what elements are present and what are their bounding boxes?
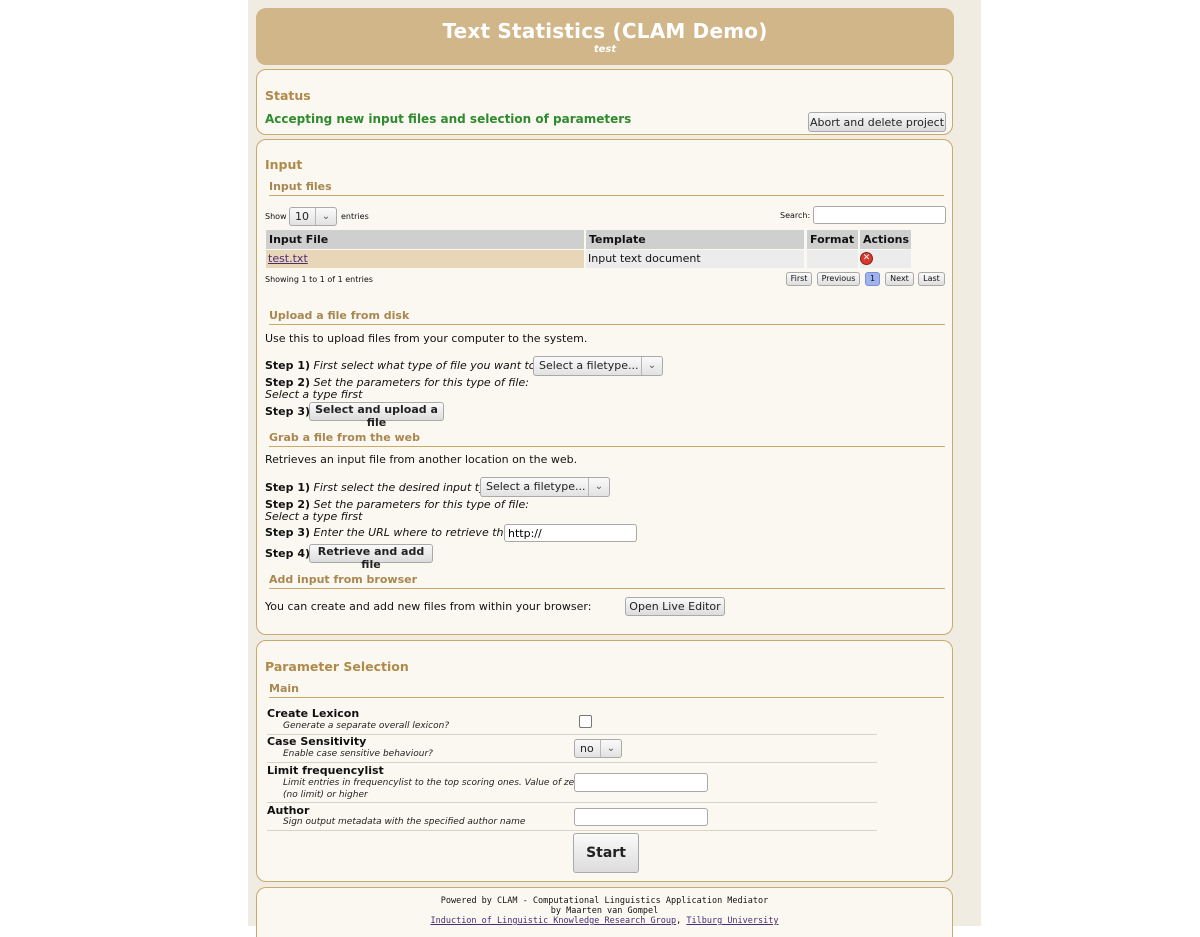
upload-step3: Step 3) [265,405,310,418]
upload-filetype-value: Select a filetype... [539,359,639,372]
create-lexicon-desc: Generate a separate overall lexicon? [283,721,450,731]
limit-frequencylist-label: Limit frequencylist [267,764,384,777]
upload-step1-label: Step 1) [265,359,311,372]
upload-description: Use this to upload files from your compu… [265,332,588,345]
web-step4: Step 4) [265,547,310,560]
entries-label: entries [341,212,369,221]
footer-author: by Maarten van Gompel [550,906,659,916]
file-cell: test.txt [266,250,584,268]
university-link[interactable]: Tilburg University [686,916,778,926]
table-info: Showing 1 to 1 of 1 entries [265,275,373,284]
page: Text Statistics (CLAM Demo) test Status … [248,0,981,937]
upload-step1: Step 1) First select what type of file y… [265,359,563,372]
entries-per-page-value: 10 [295,210,309,223]
start-button[interactable]: Start [573,833,639,873]
author-desc: Sign output metadata with the specified … [283,817,526,827]
web-step1-text: First select the desired input type: [313,481,504,494]
web-step4-label: Step 4) [265,547,311,560]
web-step1-label: Step 1) [265,481,311,494]
format-cell [807,250,858,268]
parameter-heading: Parameter Selection [265,659,409,674]
web-filetype-select[interactable]: Select a filetype... ⌄ [480,477,610,497]
delete-icon[interactable]: ✕ [860,252,873,265]
input-files-heading: Input files [269,180,944,196]
show-label: Show [265,212,287,221]
upload-step3-label: Step 3) [265,405,311,418]
case-sensitivity-label: Case Sensitivity [267,735,367,748]
param-divider [267,830,877,831]
column-header-format[interactable]: Format [807,230,858,249]
web-step3-text: Enter the URL where to retrieve the file [313,526,531,539]
footer-links: Induction of Linguistic Knowledge Resear… [257,916,952,926]
select-upload-button[interactable]: Select and upload a file [309,402,444,429]
author-input[interactable] [574,808,708,826]
file-link[interactable]: test.txt [268,252,308,265]
case-sensitivity-value: no [580,742,594,755]
entries-per-page-select[interactable]: 10 ⌄ [289,207,337,226]
author-label: Author [267,804,310,817]
template-cell: Input text document [586,250,804,268]
upload-step1-text: First select what type of file you want … [313,359,564,372]
limit-frequencylist-desc-2: (no limit) or higher [283,790,368,800]
page-title: Text Statistics (CLAM Demo) [442,19,768,43]
create-lexicon-label: Create Lexicon [267,707,360,720]
pagination-previous[interactable]: Previous [817,272,860,286]
web-step3: Step 3) Enter the URL where to retrieve … [265,526,531,539]
upload-heading: Upload a file from disk [269,309,945,325]
column-header-input-file[interactable]: Input File [266,230,584,249]
upload-filetype-select[interactable]: Select a filetype... ⌄ [533,356,663,376]
param-divider [267,802,877,803]
actions-cell: ✕ [860,250,911,268]
web-step3-label: Step 3) [265,526,311,539]
web-step1: Step 1) First select the desired input t… [265,481,503,494]
search-input[interactable] [813,206,946,224]
footer-panel: Powered by CLAM - Computational Linguist… [256,887,953,937]
pagination-first[interactable]: First [786,272,812,286]
page-header: Text Statistics (CLAM Demo) test [256,8,954,65]
case-sensitivity-select[interactable]: no ⌄ [574,739,622,758]
limit-frequencylist-input[interactable] [574,773,708,792]
browser-heading: Add input from browser [269,573,945,589]
param-divider [267,762,877,763]
chevron-down-icon: ⌄ [588,478,609,496]
web-filetype-value: Select a filetype... [486,480,586,493]
web-description: Retrieves an input file from another loc… [265,453,578,466]
abort-delete-button[interactable]: Abort and delete project [808,112,946,132]
status-heading: Status [265,88,311,103]
create-lexicon-checkbox[interactable] [579,715,592,728]
research-group-link[interactable]: Induction of Linguistic Knowledge Resear… [430,916,676,926]
column-header-actions[interactable]: Actions [860,230,911,249]
footer-powered-by: Powered by CLAM - Computational Linguist… [440,896,769,906]
project-name: test [593,44,617,55]
url-input[interactable] [504,524,637,542]
pagination-current[interactable]: 1 [865,272,880,286]
column-header-template[interactable]: Template [586,230,804,249]
pagination-last[interactable]: Last [918,272,945,286]
case-sensitivity-desc: Enable case sensitive behaviour? [283,749,433,759]
status-message: Accepting new input files and selection … [265,112,632,126]
chevron-down-icon: ⌄ [641,357,662,375]
parameter-group-heading: Main [269,682,944,698]
retrieve-add-button[interactable]: Retrieve and add file [309,544,433,571]
limit-frequencylist-desc-1: Limit entries in frequencylist to the to… [283,778,584,788]
parameter-panel: Parameter Selection Main Create Lexicon … [256,640,953,882]
upload-step2-note: Select a type first [265,388,363,401]
chevron-down-icon: ⌄ [600,740,621,757]
open-live-editor-button[interactable]: Open Live Editor [625,597,725,616]
chevron-down-icon: ⌄ [315,208,336,225]
search-label: Search: [780,211,811,220]
browser-description: You can create and add new files from wi… [265,600,592,613]
pagination-next[interactable]: Next [885,272,914,286]
web-step2-note: Select a type first [265,510,363,523]
input-heading: Input [265,157,303,172]
web-heading: Grab a file from the web [269,431,945,447]
status-panel: Status Accepting new input files and sel… [256,69,953,135]
footer-separator: , [676,916,687,926]
